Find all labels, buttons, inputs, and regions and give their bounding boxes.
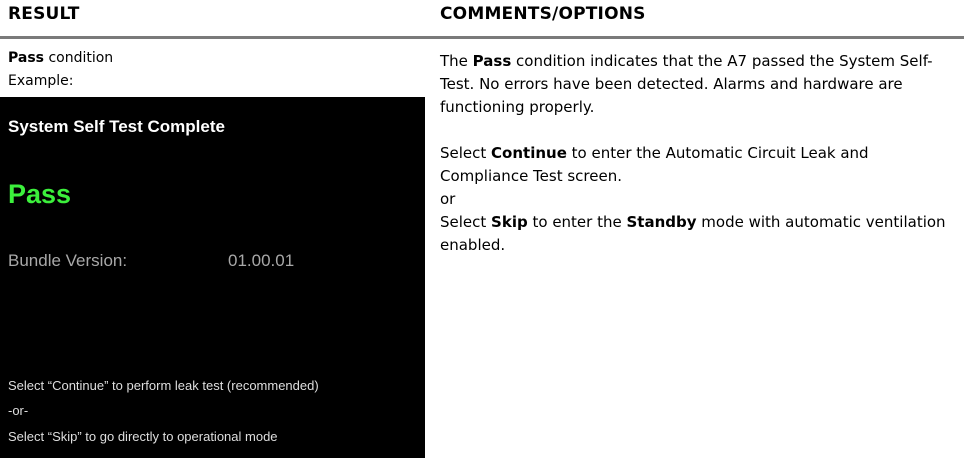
result-column-header: RESULT xyxy=(8,4,80,24)
pass-condition-label: Pass condition xyxy=(8,50,113,66)
example-label: Example: xyxy=(8,73,74,89)
self-test-screen: System Self Test Complete Pass Bundle Ve… xyxy=(0,97,425,458)
instruction-skip: Select “Skip” to go directly to operatio… xyxy=(8,429,278,444)
pass-rest: condition xyxy=(44,50,114,66)
text-run: to enter the xyxy=(527,213,627,231)
pass-term: Pass xyxy=(472,52,512,70)
continue-description: Select Continue to enter the Automatic C… xyxy=(440,142,950,188)
pass-bold: Pass xyxy=(8,50,44,66)
pass-description: The Pass condition indicates that the A7… xyxy=(440,50,950,119)
or-separator: or xyxy=(440,190,456,208)
standby-term: Standby xyxy=(626,213,697,231)
bundle-version-value: 01.00.01 xyxy=(228,251,295,270)
instruction-continue: Select “Continue” to perform leak test (… xyxy=(8,378,319,393)
skip-description: Select Skip to enter the Standby mode wi… xyxy=(440,211,950,257)
text-run: The xyxy=(440,52,473,70)
comments-column: The Pass condition indicates that the A7… xyxy=(440,50,950,257)
screen-title: System Self Test Complete xyxy=(8,117,225,136)
bundle-version-label: Bundle Version: xyxy=(8,251,128,270)
text-run: condition indicates that the A7 passed t… xyxy=(440,52,933,116)
text-run: Select xyxy=(440,213,492,231)
header-divider xyxy=(0,36,964,39)
pass-status: Pass xyxy=(8,179,72,209)
continue-term: Continue xyxy=(491,144,567,162)
skip-term: Skip xyxy=(491,213,528,231)
comments-column-header: COMMENTS/OPTIONS xyxy=(440,4,646,24)
text-run: Select xyxy=(440,144,492,162)
instruction-or: -or- xyxy=(8,403,29,418)
